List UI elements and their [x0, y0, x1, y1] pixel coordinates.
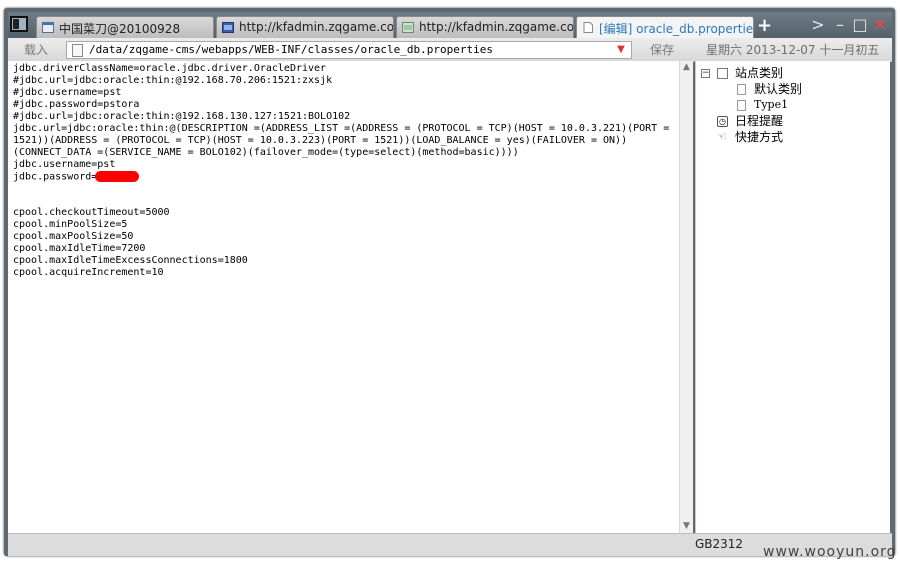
minimize-button[interactable]: –: [832, 16, 848, 34]
editor-line: #jdbc.username=pst: [13, 87, 122, 98]
editor-line: jdbc.driverClassName=oracle.jdbc.driver.…: [13, 63, 327, 74]
tab-label: http://kfadmin.zqgame.com/1...: [239, 20, 394, 34]
editor-line: jdbc.url=jdbc:oracle:thin:@(DESCRIPTION …: [13, 123, 670, 134]
editor-line: jdbc.username=pst: [13, 159, 116, 170]
document-icon: [583, 22, 593, 33]
close-button[interactable]: ✕: [872, 16, 888, 34]
editor-line: cpool.maxIdleTimeExcessConnections=1800: [13, 255, 248, 266]
tab-kfadmin-1[interactable]: http://kfadmin.zqgame.com/1...: [216, 16, 394, 38]
tab-caidao[interactable]: 中国菜刀@20100928: [36, 16, 214, 38]
scroll-down-icon[interactable]: ▼: [680, 520, 693, 533]
shortcut-icon: ☜: [717, 130, 727, 143]
date-display: 星期六 2013-12-07 十一月初五: [706, 43, 880, 57]
editor-line: cpool.maxPoolSize=50: [13, 231, 134, 242]
save-button[interactable]: 保存: [642, 41, 682, 60]
tree-item-site-category[interactable]: 站点类别: [735, 65, 783, 81]
globe-icon: [222, 22, 234, 33]
encoding-indicator: GB2312: [695, 537, 744, 551]
scroll-up-icon[interactable]: ▲: [680, 61, 693, 74]
editor-line: #jdbc.password=pstora: [13, 99, 140, 110]
folder-icon: [717, 68, 728, 79]
editor-line: #jdbc.url=jdbc:oracle:thin:@192.168.70.2…: [13, 75, 333, 86]
app-menu-icon[interactable]: [10, 16, 28, 32]
file-editor[interactable]: jdbc.driverClassName=oracle.jdbc.driver.…: [8, 61, 679, 533]
editor-line: #jdbc.url=jdbc:oracle:thin:@192.168.130.…: [13, 111, 351, 122]
maximize-button[interactable]: □: [852, 16, 868, 34]
editor-line: (CONNECT_DATA =(SERVICE_NAME = BOLO102)(…: [13, 147, 519, 158]
chevron-down-icon[interactable]: ▼: [614, 44, 628, 56]
password-line: jdbc.password=: [13, 171, 679, 183]
load-button[interactable]: 载入: [20, 41, 52, 60]
editor-line: cpool.minPoolSize=5: [13, 219, 128, 230]
tree-item-schedule[interactable]: 日程提醒: [735, 113, 783, 129]
tree-item-shortcuts[interactable]: 快捷方式: [735, 129, 783, 145]
schedule-icon: ◷: [717, 116, 728, 127]
collapse-icon[interactable]: −: [701, 69, 710, 78]
editor-line: cpool.maxIdleTime=7200: [13, 243, 146, 254]
editor-line: 1521))(ADDRESS = (PROTOCOL = TCP)(HOST =…: [13, 135, 628, 146]
site-tree: − 站点类别 默认类别 Type1 ◷ 日程提醒 ☜ 快捷方式: [695, 61, 890, 533]
globe-icon: [402, 22, 414, 33]
tree-item-type1[interactable]: Type1: [754, 97, 788, 113]
redaction-mark: [95, 171, 140, 182]
status-bar: [8, 533, 892, 556]
tab-edit-oracle-db[interactable]: [编辑] oracle_db.properties: [576, 16, 754, 38]
editor-text[interactable]: jdbc.driverClassName=oracle.jdbc.driver.…: [8, 61, 679, 279]
document-icon: [737, 100, 746, 111]
new-tab-button[interactable]: +: [757, 17, 772, 35]
tab-label: http://kfadmin.zqgame.com/1...: [419, 20, 574, 34]
path-input[interactable]: /data/zqgame-cms/webapps/WEB-INF/classes…: [66, 41, 632, 59]
editor-scrollbar[interactable]: ▲ ▼: [679, 61, 693, 533]
file-icon: [72, 44, 83, 57]
next-tab-button[interactable]: >: [810, 16, 826, 34]
window-icon: [42, 22, 54, 33]
tab-kfadmin-2[interactable]: http://kfadmin.zqgame.com/1...: [396, 16, 574, 38]
tree-item-default-category[interactable]: 默认类别: [754, 81, 802, 97]
path-text: /data/zqgame-cms/webapps/WEB-INF/classes…: [89, 43, 493, 56]
watermark: www.wooyun.org: [763, 544, 897, 560]
tab-label: 中国菜刀@20100928: [59, 22, 181, 36]
document-icon: [737, 84, 746, 95]
password-key: jdbc.password=: [13, 171, 98, 183]
editor-line: cpool.acquireIncrement=10: [13, 267, 164, 278]
editor-line: cpool.checkoutTimeout=5000: [13, 207, 170, 218]
tab-label: [编辑] oracle_db.properties: [599, 22, 754, 36]
